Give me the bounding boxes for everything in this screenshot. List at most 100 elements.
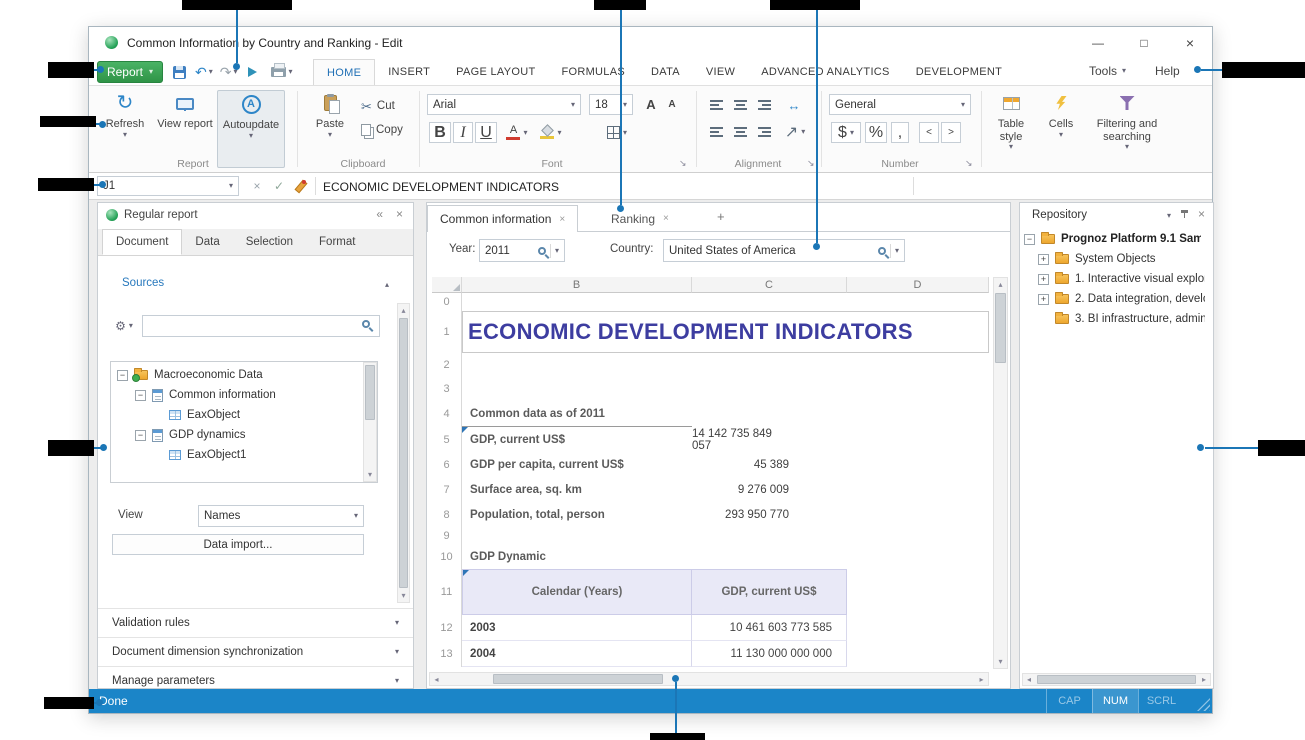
data-value-cell[interactable]: 9 276 009: [692, 477, 847, 502]
align-middle-button[interactable]: [730, 95, 750, 115]
section-document-dimension-sync[interactable]: Document dimension synchronization ▾: [98, 637, 413, 666]
collapse-box-icon[interactable]: −: [117, 370, 128, 381]
tree-node-common-information[interactable]: − Common information: [135, 385, 276, 405]
font-name-combo[interactable]: Arial ▾: [427, 94, 581, 115]
repo-node-bi-infrastructure[interactable]: 3. BI infrastructure, administ: [1055, 309, 1205, 329]
pin-icon[interactable]: [1180, 209, 1189, 219]
row-header[interactable]: 12: [432, 615, 462, 641]
data-label-cell[interactable]: Population, total, person: [462, 502, 692, 527]
number-dialog-launcher[interactable]: ↘: [965, 158, 973, 169]
chevron-down-icon[interactable]: ▾: [895, 247, 899, 255]
cells-button[interactable]: Cells ▾: [1041, 90, 1081, 139]
row-header[interactable]: 0: [432, 293, 462, 311]
sources-section-header[interactable]: Sources: [122, 277, 164, 289]
paste-button[interactable]: Paste ▾: [307, 90, 353, 139]
report-menu-button[interactable]: Report ▾: [97, 61, 163, 83]
collapse-box-icon[interactable]: −: [1024, 234, 1035, 245]
chevron-down-icon[interactable]: ▾: [1167, 212, 1171, 220]
repo-node-data-integration[interactable]: + 2. Data integration, developi: [1038, 289, 1205, 309]
formula-editor-icon[interactable]: [293, 180, 306, 193]
align-center-button[interactable]: [730, 122, 750, 142]
spreadsheet[interactable]: B C D 0 1 2 3 4 5 6 7 8 9 10 11 12 13 EC…: [432, 277, 989, 667]
table-year-cell[interactable]: 2004: [462, 641, 692, 667]
select-all-corner[interactable]: [432, 277, 462, 293]
scroll-down-icon[interactable]: ▾: [364, 468, 376, 481]
formula-value[interactable]: ECONOMIC DEVELOPMENT INDICATORS: [323, 180, 559, 194]
close-panel-icon[interactable]: ×: [1198, 207, 1205, 221]
tab-advanced-analytics[interactable]: ADVANCED ANALYTICS: [748, 59, 902, 85]
chevron-up-icon[interactable]: ▴: [385, 281, 389, 289]
help-menu[interactable]: Help: [1155, 64, 1180, 78]
maximize-button[interactable]: □: [1122, 27, 1166, 58]
doc-tab-ranking[interactable]: Ranking ×: [599, 205, 681, 232]
data-value-cell[interactable]: 45 389: [692, 452, 847, 477]
close-tab-icon[interactable]: ×: [559, 214, 565, 225]
collapse-box-icon[interactable]: −: [135, 390, 146, 401]
table-header-cell[interactable]: GDP, current US$: [692, 569, 847, 615]
search-icon[interactable]: [538, 247, 546, 255]
panel-tab-data[interactable]: Data: [182, 229, 232, 255]
fill-color-button[interactable]: ▾: [537, 122, 565, 143]
font-color-button[interactable]: A ▾: [503, 122, 531, 143]
row-header[interactable]: 13: [432, 641, 462, 667]
panel-tab-selection[interactable]: Selection: [233, 229, 306, 255]
cell-reference-box[interactable]: J1 ▾: [97, 176, 239, 196]
panel-tab-format[interactable]: Format: [306, 229, 368, 255]
tree-leaf-eaxobject[interactable]: EaxObject: [169, 405, 240, 425]
repo-node-root[interactable]: − Prognoz Platform 9.1 Sample: [1024, 229, 1201, 249]
section-header-cell[interactable]: Common data as of 2011: [462, 401, 692, 427]
data-import-button[interactable]: Data import...: [112, 534, 364, 555]
orientation-button[interactable]: ↗ ▾: [782, 122, 808, 142]
tools-menu[interactable]: Tools ▾: [1089, 64, 1126, 78]
align-bottom-button[interactable]: [754, 95, 774, 115]
cut-button[interactable]: ✂ Cut: [361, 96, 395, 116]
shrink-font-button[interactable]: A: [663, 94, 681, 115]
scrollbar-thumb[interactable]: [493, 674, 663, 684]
row-header[interactable]: 11: [432, 569, 462, 615]
scroll-down-icon[interactable]: ▾: [994, 655, 1007, 668]
table-header-cell[interactable]: Calendar (Years): [462, 569, 692, 615]
refresh-button[interactable]: ↻ Refresh ▾: [97, 90, 153, 139]
scroll-right-icon[interactable]: ▸: [1198, 674, 1210, 686]
redo-icon[interactable]: ↷: [220, 65, 232, 79]
print-dropdown-icon[interactable]: ▾: [289, 68, 293, 76]
repository-horizontal-scrollbar[interactable]: ◂ ▸: [1022, 673, 1211, 686]
sheet-title-cell[interactable]: ECONOMIC DEVELOPMENT INDICATORS: [462, 311, 989, 353]
align-right-button[interactable]: [754, 122, 774, 142]
data-label-cell[interactable]: Surface area, sq. km: [462, 477, 692, 502]
font-size-combo[interactable]: 18 ▾: [589, 94, 633, 115]
undo-dropdown-icon[interactable]: ▾: [209, 68, 213, 76]
row-header[interactable]: 10: [432, 545, 462, 569]
data-label-cell[interactable]: GDP, current US$: [462, 427, 692, 452]
close-tab-icon[interactable]: ×: [663, 213, 669, 224]
autoupdate-button[interactable]: A Autoupdate ▾: [217, 90, 285, 168]
thousands-button[interactable]: ,: [891, 122, 909, 143]
scroll-left-icon[interactable]: ◂: [430, 673, 443, 686]
tree-node-macroeconomic-data[interactable]: − Macroeconomic Data: [117, 365, 263, 385]
search-icon[interactable]: [878, 247, 886, 255]
year-combo[interactable]: 2011 ▾: [479, 239, 565, 262]
repo-node-interactive-visual[interactable]: + 1. Interactive visual explorati: [1038, 269, 1205, 289]
column-header-b[interactable]: B: [462, 277, 692, 293]
chevron-down-icon[interactable]: ▾: [555, 247, 559, 255]
row-header[interactable]: 9: [432, 527, 462, 545]
close-button[interactable]: ×: [1168, 27, 1212, 58]
confirm-entry-button[interactable]: ✓: [269, 176, 289, 196]
row-header[interactable]: 5: [432, 427, 462, 452]
data-value-cell[interactable]: 14 142 735 849 057: [692, 427, 847, 452]
print-icon[interactable]: [271, 67, 286, 77]
scrollbar-thumb[interactable]: [399, 318, 408, 588]
collapse-box-icon[interactable]: −: [135, 430, 146, 441]
tab-page-layout[interactable]: PAGE LAYOUT: [443, 59, 548, 85]
alignment-dialog-launcher[interactable]: ↘: [807, 158, 815, 169]
row-header[interactable]: 6: [432, 452, 462, 477]
merge-cells-button[interactable]: ↔: [782, 95, 806, 115]
repo-node-system-objects[interactable]: + System Objects: [1038, 249, 1156, 269]
cancel-entry-button[interactable]: ×: [247, 176, 267, 196]
font-dialog-launcher[interactable]: ↘: [679, 158, 687, 169]
panel-scrollbar[interactable]: ▴ ▾: [397, 303, 410, 603]
scrollbar-thumb[interactable]: [995, 293, 1006, 363]
tab-home[interactable]: HOME: [313, 59, 375, 85]
view-report-button[interactable]: View report: [157, 90, 213, 131]
row-header[interactable]: 3: [432, 377, 462, 401]
